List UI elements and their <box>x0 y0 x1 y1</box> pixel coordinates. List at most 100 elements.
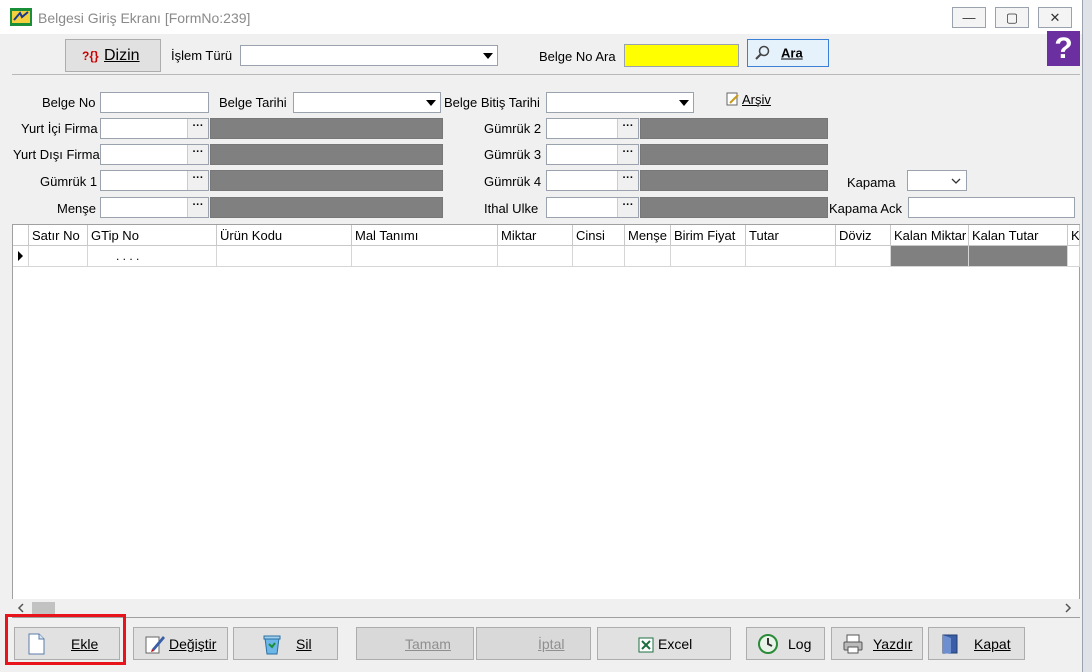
kapat-button[interactable]: Kapat <box>928 627 1025 660</box>
gumruk1-name <box>210 170 443 191</box>
ithal-ulke-label: Ithal Ulke <box>484 201 539 216</box>
help-icon[interactable]: ? <box>1047 31 1080 66</box>
scrollbar-thumb[interactable] <box>32 602 55 614</box>
table-cell[interactable] <box>746 246 836 267</box>
kapama-ack-input[interactable] <box>908 197 1075 218</box>
scroll-left-icon[interactable] <box>16 603 26 613</box>
table-cell[interactable] <box>836 246 891 267</box>
printer-icon <box>843 634 863 654</box>
data-grid[interactable]: Satır No GTip No Ürün Kodu Mal Tanımı Mi… <box>12 224 1080 618</box>
chevron-down-icon <box>679 100 689 106</box>
column-header[interactable]: Miktar <box>498 225 573 246</box>
column-header[interactable]: Menşe <box>625 225 671 246</box>
iptal-button[interactable]: İptal <box>476 627 591 660</box>
row-pointer-icon <box>18 251 23 261</box>
table-cell[interactable] <box>573 246 625 267</box>
scroll-right-icon[interactable] <box>1063 603 1073 613</box>
islem-turu-dropdown[interactable] <box>240 45 498 66</box>
gumruk3-input[interactable]: ··· <box>546 144 639 165</box>
belge-tarihi-label: Belge Tarihi <box>219 95 287 110</box>
arsiv-link[interactable]: Arşiv <box>742 92 771 107</box>
ellipsis-button[interactable]: ··· <box>187 171 208 190</box>
recycle-bin-icon <box>263 635 281 655</box>
minimize-button[interactable]: — <box>952 7 986 28</box>
ellipsis-button[interactable]: ··· <box>617 119 638 138</box>
iptal-label: İptal <box>538 636 565 652</box>
gumruk2-input[interactable]: ··· <box>546 118 639 139</box>
ellipsis-button[interactable]: ··· <box>617 171 638 190</box>
islem-turu-label: İşlem Türü <box>171 48 233 63</box>
ithal-ulke-input[interactable]: ··· <box>546 197 639 218</box>
table-cell[interactable]: . . . . <box>88 246 217 267</box>
horizontal-scrollbar[interactable] <box>12 599 1080 617</box>
excel-button[interactable]: Excel <box>597 627 731 660</box>
mense-input[interactable]: ··· <box>100 197 209 218</box>
column-header[interactable]: Kalan Tutar <box>969 225 1068 246</box>
chevron-down-icon <box>483 53 493 59</box>
column-header[interactable]: K <box>1068 225 1080 246</box>
table-cell[interactable] <box>217 246 352 267</box>
belge-no-ara-label: Belge No Ara <box>539 49 616 64</box>
table-cell[interactable] <box>352 246 498 267</box>
archive-icon <box>726 92 739 106</box>
ellipsis-button[interactable]: ··· <box>617 198 638 217</box>
row-indicator <box>13 246 29 267</box>
column-header[interactable]: Tutar <box>746 225 836 246</box>
degistir-button[interactable]: Değiştir <box>133 627 228 660</box>
belge-bitis-tarihi-label: Belge Bitiş Tarihi <box>444 95 540 110</box>
ara-button[interactable]: Ara <box>747 39 829 67</box>
gumruk1-label: Gümrük 1 <box>40 174 98 189</box>
ellipsis-button[interactable]: ··· <box>187 119 208 138</box>
gumruk1-input[interactable]: ··· <box>100 170 209 191</box>
dizin-icon: ?{} <box>82 48 99 63</box>
yurt-ici-firma-name <box>210 118 443 139</box>
table-cell[interactable] <box>498 246 573 267</box>
column-header[interactable]: GTip No <box>88 225 217 246</box>
table-cell[interactable] <box>1068 246 1080 267</box>
kapat-label: Kapat <box>974 636 1011 652</box>
dizin-button[interactable]: ?{} Dizin <box>65 39 161 72</box>
close-button[interactable]: ✕ <box>1038 7 1072 28</box>
log-icon <box>758 634 778 654</box>
yurt-ici-firma-label: Yurt İçi Firma <box>21 121 98 136</box>
table-cell[interactable] <box>29 246 88 267</box>
log-label: Log <box>788 636 812 652</box>
table-cell[interactable] <box>625 246 671 267</box>
yurt-ici-firma-input[interactable]: ··· <box>100 118 209 139</box>
column-header[interactable]: Birim Fiyat <box>671 225 746 246</box>
window-title: Belgesi Giriş Ekranı [FormNo:239] <box>38 10 251 26</box>
belge-bitis-tarihi-dropdown[interactable] <box>546 92 694 113</box>
excel-icon <box>638 637 654 653</box>
column-header[interactable]: Mal Tanımı <box>352 225 498 246</box>
column-header[interactable]: Cinsi <box>573 225 625 246</box>
gumruk4-label: Gümrük 4 <box>484 174 542 189</box>
grid-corner <box>13 225 29 246</box>
kapama-dropdown[interactable] <box>907 170 967 191</box>
ithal-ulke-name <box>640 197 828 218</box>
ellipsis-button[interactable]: ··· <box>617 145 638 164</box>
app-icon <box>10 8 32 26</box>
column-header[interactable]: Döviz <box>836 225 891 246</box>
log-button[interactable]: Log <box>746 627 825 660</box>
yurt-disi-firma-label: Yurt Dışı Firma <box>13 147 100 162</box>
table-cell <box>969 246 1068 267</box>
ellipsis-button[interactable]: ··· <box>187 145 208 164</box>
search-icon <box>755 45 770 60</box>
table-cell[interactable] <box>671 246 746 267</box>
tamam-button[interactable]: Tamam <box>356 627 474 660</box>
belge-no-label: Belge No <box>42 95 96 110</box>
belge-tarihi-dropdown[interactable] <box>293 92 441 113</box>
sil-button[interactable]: Sil <box>233 627 338 660</box>
belge-no-ara-input[interactable] <box>624 44 739 67</box>
ellipsis-button[interactable]: ··· <box>187 198 208 217</box>
column-header[interactable]: Satır No <box>29 225 88 246</box>
column-header[interactable]: Kalan Miktar <box>891 225 969 246</box>
yurt-disi-firma-input[interactable]: ··· <box>100 144 209 165</box>
chevron-down-icon <box>951 178 961 184</box>
belge-no-input[interactable] <box>100 92 209 113</box>
gumruk4-input[interactable]: ··· <box>546 170 639 191</box>
maximize-button[interactable]: ▢ <box>995 7 1029 28</box>
yazdir-button[interactable]: Yazdır <box>831 627 923 660</box>
column-header[interactable]: Ürün Kodu <box>217 225 352 246</box>
degistir-label: Değiştir <box>169 636 217 652</box>
